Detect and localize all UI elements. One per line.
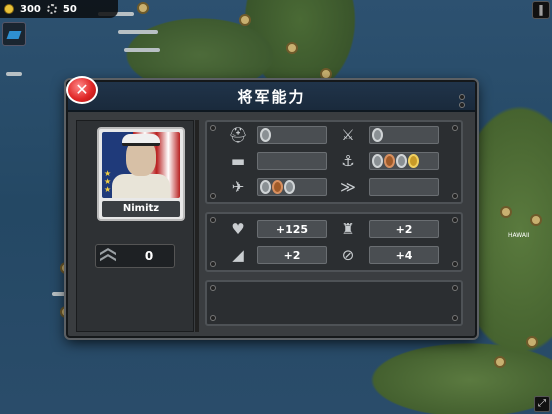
rivet [210,261,216,267]
morale-stat: +4 [369,246,439,264]
map-unit[interactable] [526,336,538,348]
artillery-medal-slot[interactable] [369,126,439,144]
warship[interactable] [124,48,160,52]
bronze-medal-icon [272,180,283,194]
navy-medal-slot[interactable] [369,152,439,170]
rivet [452,285,458,291]
anchor-icon: ⚓ [341,152,355,170]
silver-medal-icon [372,154,383,168]
rivet [452,193,458,199]
gear-count: 50 [62,3,77,15]
resource-bar: 300 50 [0,0,118,18]
health-stat: +125 [257,220,327,238]
infantry-medal-slot[interactable] [257,126,327,144]
divider [195,120,199,332]
coin-icon [4,4,14,14]
rivet [210,217,216,223]
gear-icon [46,4,57,14]
close-button[interactable]: ✕ [66,76,98,104]
rank-stars-icon: ★ ★ ★ [104,169,112,194]
wings-rank-icon: ≫ [340,178,356,196]
cap [122,134,160,146]
rivet [210,315,216,321]
silver-medal-icon [284,180,295,194]
map-unit[interactable] [239,14,251,26]
pause-button[interactable]: ‖ [532,1,550,19]
rivet [210,125,216,131]
rivet [452,125,458,131]
air-medal-slot[interactable] [257,178,327,196]
map-unit[interactable] [530,214,542,226]
general-portrait: ★ ★ ★ [102,132,180,198]
map-unit[interactable] [137,2,149,14]
aircraft-icon: ✈ [231,178,245,196]
heart-icon: ♥ [231,220,245,238]
rivet [452,261,458,267]
warship[interactable] [6,72,22,76]
rivet [452,315,458,321]
skill-medals-panel: ⛑ ⚔ ▬ ⚓ ✈ ≫ [205,120,463,204]
zoom-button[interactable]: ⤢ [534,396,550,412]
silver-medal-icon [396,154,407,168]
rivet [459,94,465,100]
fortify-stat: +2 [369,220,439,238]
silver-medal-icon [260,128,271,142]
general-stats-panel: ♥ +125 ♜ +2 ◢ +2 ⊘ +4 [205,212,463,272]
uniform [112,174,170,198]
general-name: Nimitz [102,201,180,217]
rivet [459,102,465,108]
map-unit[interactable] [494,356,506,368]
command-medal-slot[interactable] [369,178,439,196]
description-panel [205,280,463,326]
armor-medal-slot[interactable] [257,152,327,170]
map-unit[interactable] [320,68,332,80]
chevron-rank-icon [100,254,116,262]
rank-value: 0 [144,249,154,263]
general-info-panel: ★ ★ ★ Nimitz 0 [76,120,194,332]
general-ability-dialog: 将军能力 ✕ ★ ★ ★ Nimitz 0 ⛑ ⚔ ▬ ⚓ ✈ ≫ ♥ +125… [66,76,477,338]
layer-toggle-button[interactable] [2,22,26,46]
silver-medal-icon [260,180,271,194]
warship[interactable] [118,30,158,34]
map-unit[interactable] [286,42,298,54]
morale-icon: ⊘ [341,246,355,264]
supply-stat: +2 [257,246,327,264]
artillery-icon: ⚔ [341,126,355,144]
rivet [210,285,216,291]
dialog-title-bar: 将军能力 [68,82,475,112]
gold-medal-icon [408,154,419,168]
infantry-helmet-icon: ⛑ [228,126,248,144]
tank-icon: ▬ [230,152,246,170]
rivet [210,193,216,199]
rank-box: 0 [95,244,175,268]
map-label-hawaii: HAWAII [508,232,530,239]
general-portrait-card[interactable]: ★ ★ ★ Nimitz [97,127,185,221]
gold-count: 300 [20,3,41,15]
silver-medal-icon [372,128,383,142]
dialog-title: 将军能力 [237,87,306,106]
map-unit[interactable] [500,206,512,218]
rivet [452,217,458,223]
bronze-medal-icon [384,154,395,168]
supply-icon: ◢ [232,246,244,264]
fort-icon: ♜ [341,220,355,238]
